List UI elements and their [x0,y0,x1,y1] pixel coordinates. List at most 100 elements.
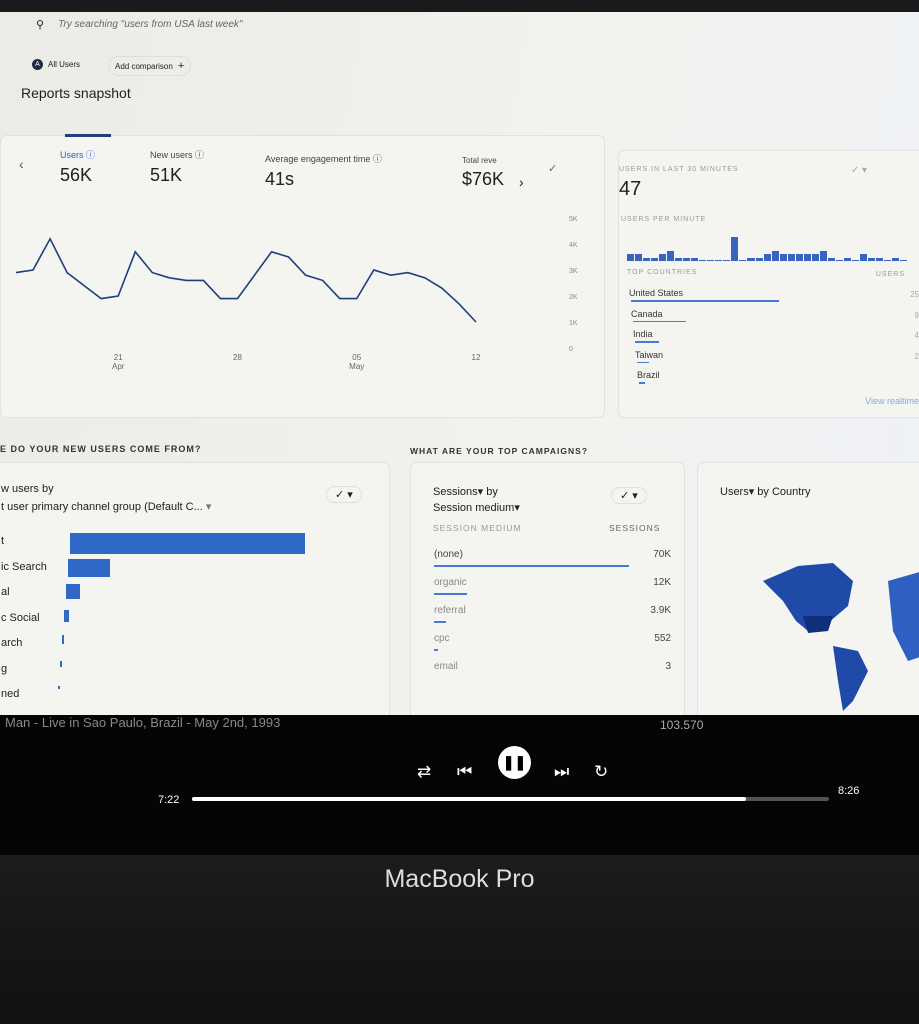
country-share-bar [631,300,779,302]
check-circle-icon[interactable]: ✓ ▾ [851,165,867,176]
sessions-header: SESSIONS [609,523,661,533]
check-circle-icon[interactable]: ✓ ▾ [326,486,362,503]
analytics-screen: ⚲ Try searching "users from USA last wee… [0,0,919,715]
new-users-title[interactable]: w users by [1,483,54,495]
per-minute-bar [835,260,843,261]
x-tick-month: May [349,362,364,371]
metric-label: New users [150,150,193,160]
channel-bar[interactable] [64,609,69,622]
add-comparison-button[interactable]: Add comparison + [108,56,192,76]
add-comparison-label: Add comparison [115,61,173,71]
campaign-metric-selector[interactable]: Sessions▾ by [433,485,498,498]
search-input[interactable]: Try searching "users from USA last week" [58,19,242,30]
view-realtime-link[interactable]: View realtime [865,396,919,406]
metric-engagement-time[interactable]: Average engagement time ⓘ 41s [265,152,382,190]
total-time: 8:26 [838,785,860,797]
per-minute-bar [843,257,851,261]
country-map-card: Users▾ by Country [697,462,919,715]
channel-bar[interactable] [62,635,65,644]
media-player: Man - Live in Sao Paulo, Brazil - May 2n… [0,715,919,855]
per-minute-bar [875,257,883,261]
channel-bar[interactable] [66,584,81,599]
channel-label: g [1,662,8,675]
metric-new-users[interactable]: New users ⓘ 51K [150,148,204,186]
repeat-icon[interactable]: ↻ [594,762,608,782]
sessions-share-bar [434,593,468,595]
elapsed-time: 7:22 [158,794,180,806]
play-count: 103.570 [660,718,704,732]
per-minute-bar [747,257,755,261]
per-minute-bar [755,257,763,261]
country-name: Brazil [637,370,660,380]
channel-bar[interactable] [70,533,305,554]
metric-value: 56K [60,165,93,185]
segment-chip[interactable]: A All Users [26,56,86,73]
shuffle-icon[interactable]: ⇄ [417,762,431,782]
campaigns-card: Sessions▾ by Session medium▾ ✓ ▾ SESSION… [410,462,685,715]
plus-icon: + [177,60,185,72]
new-users-section-title: E DO YOUR NEW USERS COME FROM? [0,444,202,454]
channel-label: arch [1,637,23,649]
channel-bar[interactable] [68,558,111,577]
per-minute-bar [795,254,803,261]
per-minute-bar [715,260,723,261]
per-minute-label: USERS PER MINUTE [621,216,707,223]
pause-button[interactable]: ❚❚ [498,746,531,779]
help-icon: ⓘ [372,154,382,164]
per-minute-bar [635,254,643,261]
session-medium: email [434,661,458,672]
per-minute-bar [859,254,867,261]
country-share-bar [635,341,659,343]
realtime-card: USERS IN LAST 30 MINUTES ✓ ▾ 47 USERS PE… [618,150,919,418]
metric-users[interactable]: Users ⓘ 56K [60,148,95,186]
segment-avatar: A [32,59,43,70]
per-minute-bar [819,250,827,261]
country-users: 25 [910,290,919,299]
per-minute-bar [707,260,715,261]
per-minute-bar [779,254,787,261]
session-medium: cpc [434,633,450,644]
realtime-value: 47 [619,178,642,200]
y-tick-label: 0 [569,346,573,353]
per-minute-bar [787,254,795,261]
channel-label: ic Search [1,560,47,573]
page-title: Reports snapshot [21,85,131,101]
campaign-dimension-selector[interactable]: Session medium▾ [433,501,520,514]
metric-label: Users [60,150,84,160]
per-minute-bar [643,257,651,261]
track-title: Man - Live in Sao Paulo, Brazil - May 2n… [5,715,281,730]
country-share-bar [633,320,687,322]
check-circle-icon[interactable]: ✓ ▾ [611,487,647,504]
users-header: USERS [875,271,905,278]
country-users: 9 [914,310,919,320]
per-minute-bar [627,254,635,261]
campaigns-section-title: WHAT ARE YOUR TOP CAMPAIGNS? [410,446,589,456]
map-title[interactable]: Users▾ by Country [720,485,811,498]
metric-value: 41s [265,169,295,189]
per-minute-bar [651,257,659,261]
channel-bar[interactable] [58,686,60,689]
channel-label: t [1,535,5,547]
per-minute-bar [827,257,835,261]
dimension-selector[interactable]: t user primary channel group (Default C.… [1,501,203,513]
search-bar[interactable]: ⚲ Try searching "users from USA last wee… [36,18,242,31]
browser-bar [0,0,919,12]
per-minute-bar [771,250,779,261]
y-tick-label: 5K [569,216,578,223]
next-icon[interactable]: ⏭ [554,762,569,782]
x-tick-day: 28 [233,353,242,362]
y-tick-label: 4K [569,242,578,249]
per-minute-bar [892,257,900,261]
progress-bar[interactable] [192,797,829,801]
x-tick-month: Apr [112,362,125,371]
dropdown-icon[interactable]: ▾ [206,501,212,513]
previous-icon[interactable]: ⏮ [457,762,472,782]
sessions-value: 70K [653,549,671,560]
per-minute-bar [731,237,739,261]
channel-bar[interactable] [60,660,62,667]
x-tick-day: 12 [472,353,481,362]
metric-total-revenue[interactable]: Total reve $76K [462,156,504,190]
per-minute-chart [627,237,908,261]
session-medium-header: SESSION MEDIUM [433,523,522,533]
per-minute-bar [811,254,819,261]
